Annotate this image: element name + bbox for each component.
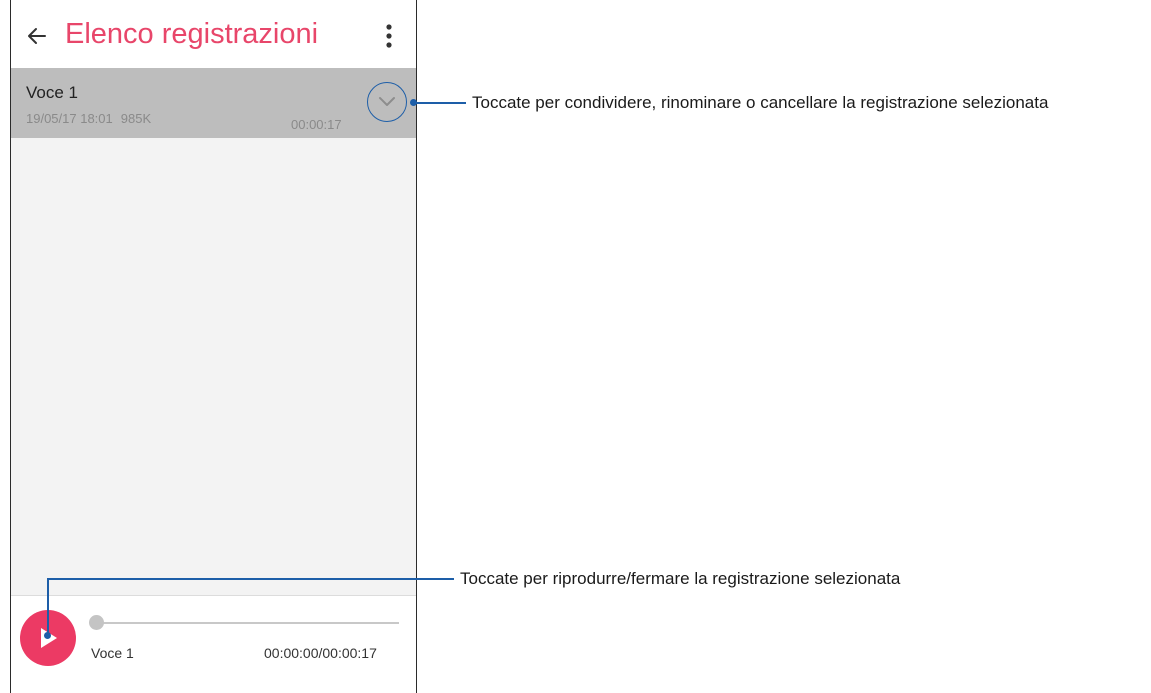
- callout-play: Toccate per riprodurre/fermare la regist…: [460, 569, 901, 588]
- list-item-selected[interactable]: Voce 1 19/05/17 18:01 985K 00:00:17: [11, 68, 416, 138]
- player-time: 00:00:00/00:00:17: [264, 645, 377, 661]
- recording-name: Voce 1: [26, 83, 78, 102]
- recording-size: 985K: [120, 111, 152, 126]
- callout-line-play-vertical: [47, 579, 49, 634]
- callout-line-options: [414, 102, 466, 104]
- player-bar: Voce 1 00:00:00/00:00:17: [11, 595, 416, 693]
- seek-thumb[interactable]: [89, 615, 104, 630]
- phone-screen: Elenco registrazioni Voce 1 19/05/17 18:…: [10, 0, 417, 693]
- app-bar: Elenco registrazioni: [11, 0, 416, 68]
- callout-options: Toccate per condividere, rinominare o ca…: [472, 93, 1049, 112]
- recordings-list: Voce 1 19/05/17 18:01 985K 00:00:17: [11, 68, 416, 595]
- seek-track[interactable]: [99, 622, 399, 624]
- expand-options-button[interactable]: [367, 82, 407, 122]
- recording-duration: 00:00:17: [291, 117, 342, 132]
- page-title: Elenco registrazioni: [65, 18, 319, 50]
- divider: [11, 595, 416, 596]
- recording-date: 19/05/17 18:01: [26, 111, 113, 126]
- callout-line-play-horizontal: [47, 578, 454, 580]
- chevron-down-icon: [379, 97, 395, 106]
- recording-meta: 19/05/17 18:01 985K: [26, 111, 151, 126]
- player-track-name: Voce 1: [91, 645, 134, 661]
- back-arrow-icon[interactable]: [25, 24, 49, 48]
- more-vert-icon[interactable]: [381, 22, 397, 52]
